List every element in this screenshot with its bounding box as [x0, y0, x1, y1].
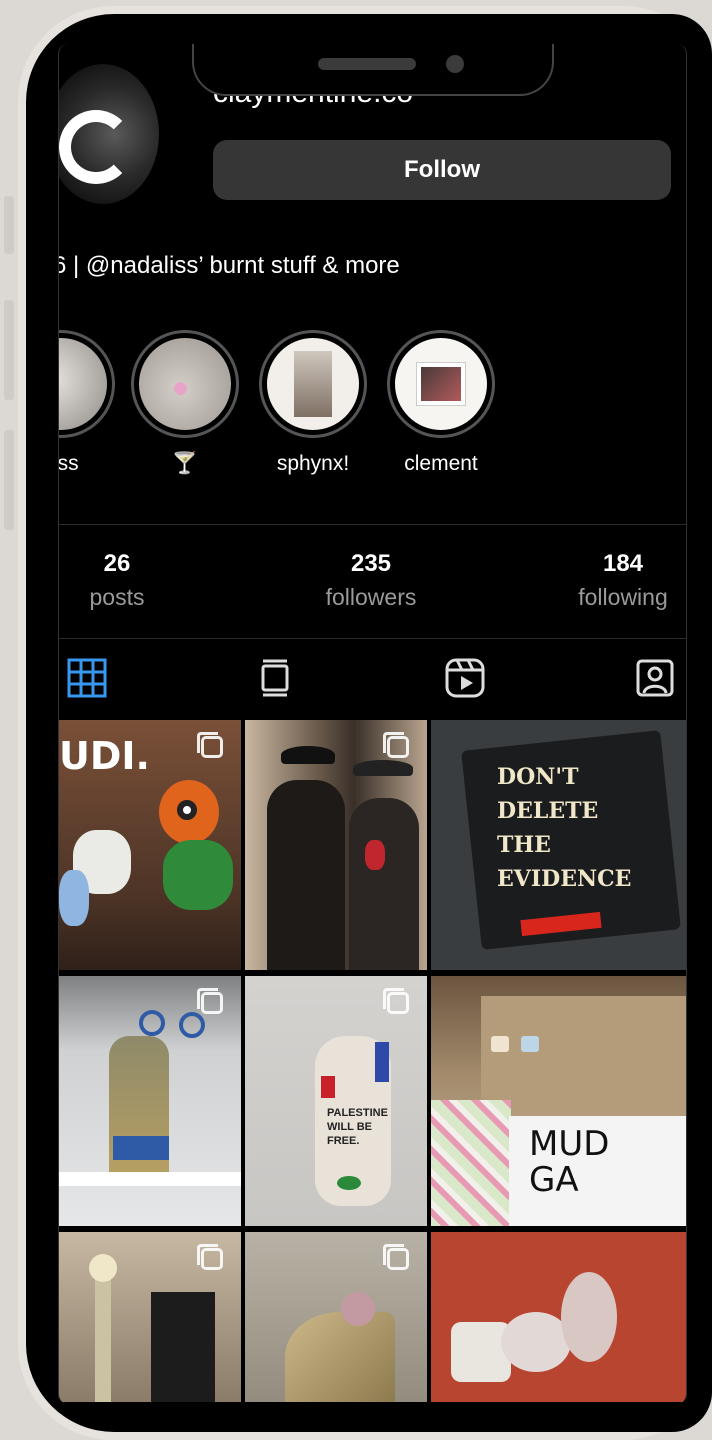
- post-caption: DON'T DELETE THE EVIDENCE: [497, 764, 632, 892]
- following-label: following: [578, 584, 668, 610]
- feed-icon[interactable]: [253, 656, 297, 700]
- multi-post-icon: [383, 732, 409, 758]
- speaker-icon: [318, 58, 416, 70]
- post-tile[interactable]: UDI.: [59, 720, 241, 970]
- post-tile[interactable]: [59, 1232, 241, 1402]
- post-tile[interactable]: [59, 976, 241, 1226]
- side-button: [4, 196, 14, 254]
- profile-screen: claymentine.co Follow 6 | @nadaliss’ bur…: [58, 44, 687, 1404]
- divider: [59, 638, 686, 639]
- grid-icon[interactable]: [65, 656, 109, 700]
- followers-label: followers: [325, 584, 417, 610]
- multi-post-icon: [383, 1244, 409, 1270]
- post-tile[interactable]: [431, 1232, 686, 1402]
- highlight-cess[interactable]: [59, 330, 115, 438]
- post-tile[interactable]: [245, 1232, 427, 1402]
- highlight-label: sphynx!: [276, 452, 350, 475]
- posts-count[interactable]: 26: [59, 550, 197, 578]
- highlight-cocktail[interactable]: [131, 330, 239, 438]
- multi-post-icon: [197, 1244, 223, 1270]
- post-tile[interactable]: [245, 720, 427, 970]
- highlight-label: clement: [404, 452, 478, 475]
- profile-bio: 6 | @nadaliss’ burnt stuff & more: [58, 252, 400, 279]
- camera-icon: [446, 55, 464, 73]
- highlight-sphynx[interactable]: [259, 330, 367, 438]
- posts-label: posts: [89, 584, 145, 610]
- following-count[interactable]: 184: [543, 550, 686, 578]
- volume-down-button: [4, 430, 14, 530]
- post-tile[interactable]: MUD GA: [431, 976, 686, 1226]
- multi-post-icon: [197, 732, 223, 758]
- avatar[interactable]: [59, 64, 159, 204]
- tagged-icon[interactable]: [633, 656, 677, 700]
- followers-count[interactable]: 235: [291, 550, 451, 578]
- multi-post-icon: [197, 988, 223, 1014]
- post-tile[interactable]: DON'T DELETE THE EVIDENCE: [431, 720, 686, 970]
- follow-button[interactable]: Follow: [213, 140, 671, 200]
- phone-notch: [192, 44, 554, 96]
- volume-up-button: [4, 300, 14, 400]
- reels-icon[interactable]: [443, 656, 487, 700]
- post-caption: PALESTINE WILL BE FREE.: [327, 1107, 388, 1147]
- post-caption: MUD GA: [529, 1124, 610, 1200]
- multi-post-icon: [383, 988, 409, 1014]
- post-caption: UDI.: [59, 734, 150, 778]
- highlight-label: 🍸: [171, 452, 199, 475]
- divider: [59, 524, 686, 525]
- post-tile[interactable]: PALESTINE WILL BE FREE.: [245, 976, 427, 1226]
- highlight-clement[interactable]: [387, 330, 495, 438]
